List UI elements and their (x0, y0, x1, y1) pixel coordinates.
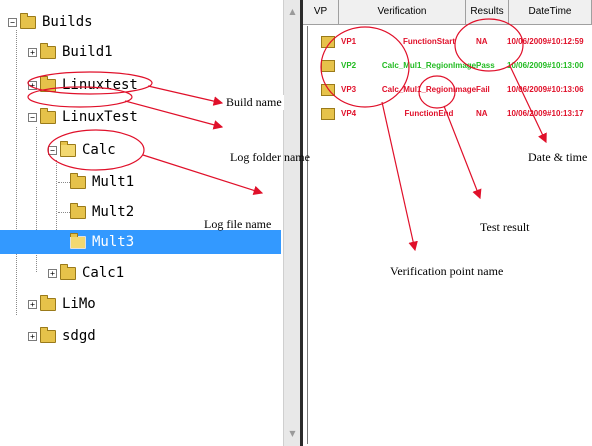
annotation-test-result: Test result (480, 220, 530, 234)
grid-header-row: VP Verification Results DateTime (303, 0, 592, 25)
tree-node-label: Mult3 (92, 234, 135, 250)
cell-result: Fail (476, 85, 490, 94)
cell-datetime: 10/06/2009#10:13:00 (507, 61, 584, 70)
cell-vp: VP4 (341, 109, 357, 118)
folder-icon (20, 12, 36, 29)
table-row[interactable]: VP1 FunctionStart NA 10/06/2009#10:12:59 (303, 32, 592, 52)
cell-result: Pass (476, 61, 495, 70)
folder-icon (321, 84, 335, 96)
tree-node-builds[interactable]: − Builds (8, 10, 93, 34)
column-header-results[interactable]: Results (466, 0, 509, 24)
folder-icon (70, 172, 86, 189)
collapse-icon[interactable]: − (8, 17, 17, 27)
folder-icon (40, 107, 56, 124)
collapse-icon[interactable]: − (48, 145, 57, 155)
expand-icon[interactable]: + (28, 47, 37, 57)
scroll-up-arrow-icon[interactable]: ▲ (284, 4, 301, 20)
scroll-down-arrow-icon[interactable]: ▼ (284, 426, 301, 442)
open-folder-icon (60, 140, 76, 157)
tree-node-label: LinuxTest (62, 109, 138, 125)
folder-icon (70, 232, 86, 249)
tree-vertical-scrollbar[interactable]: ▲ ▼ (283, 0, 301, 446)
tree-node-sdgd[interactable]: + sdgd (28, 324, 96, 348)
cell-verification: Calc_Mul1_RegionImage (381, 85, 477, 94)
annotation-log-folder-name: Log folder name (230, 150, 310, 164)
tree-node-mult3[interactable]: Mult3 (0, 230, 281, 254)
tree-node-limo[interactable]: + LiMo (28, 292, 96, 316)
cell-result: NA (476, 37, 488, 46)
tree-node-mult2[interactable]: Mult2 (70, 200, 134, 224)
expand-icon[interactable]: + (28, 331, 37, 341)
results-grid: VP Verification Results DateTime VP1 Fun… (303, 0, 592, 446)
tree-guide-line (16, 30, 17, 315)
tree-node-calc[interactable]: − Calc (48, 138, 116, 162)
cell-datetime: 10/06/2009#10:13:17 (507, 109, 584, 118)
tree-node-label: Build1 (62, 44, 113, 60)
column-header-verification[interactable]: Verification (339, 0, 466, 24)
annotation-verification-point-name: Verification point name (390, 264, 504, 278)
tree-guide-line (58, 182, 70, 183)
tree-node-label: Mult1 (92, 174, 135, 190)
cell-verification: FunctionEnd (404, 109, 454, 118)
tree-node-mult1[interactable]: Mult1 (70, 170, 134, 194)
folder-icon (321, 36, 335, 48)
tree-node-calc1[interactable]: + Calc1 (48, 261, 124, 285)
column-header-datetime[interactable]: DateTime (509, 0, 592, 24)
folder-icon (40, 75, 56, 92)
tree-node-label: Calc1 (82, 265, 125, 281)
folder-icon (70, 202, 86, 219)
cell-vp: VP1 (341, 37, 357, 46)
table-row[interactable]: VP3 Calc_Mul1_RegionImage Fail 10/06/200… (303, 80, 592, 100)
collapse-icon[interactable]: − (28, 112, 37, 122)
cell-datetime: 10/06/2009#10:12:59 (507, 37, 584, 46)
tree-node-label: Linuxtest (62, 77, 138, 93)
expand-icon[interactable]: + (28, 299, 37, 309)
tree-node-label: Builds (42, 14, 93, 30)
folder-icon (40, 42, 56, 59)
cell-verification: FunctionStart (403, 37, 455, 46)
annotation-log-file-name: Log file name (204, 217, 272, 231)
cell-datetime: 10/06/2009#10:13:06 (507, 85, 584, 94)
cell-verification: Calc_Mul1_RegionImage (381, 61, 477, 70)
folder-icon (321, 60, 335, 72)
expand-icon[interactable]: + (48, 268, 57, 278)
column-header-vp[interactable]: VP (303, 0, 339, 24)
cell-vp: VP2 (341, 61, 357, 70)
cell-vp: VP3 (341, 85, 357, 94)
tree-node-linuxtest-build[interactable]: − LinuxTest (28, 105, 138, 129)
tree-node-linuxtest[interactable]: + Linuxtest (28, 73, 138, 97)
tree-node-label: Calc (82, 142, 116, 158)
tree-node-label: sdgd (62, 328, 96, 344)
tree-guide-line (58, 212, 70, 213)
tree-node-build1[interactable]: + Build1 (28, 40, 113, 64)
expand-icon[interactable]: + (28, 80, 37, 90)
folder-icon (321, 108, 335, 120)
cell-result: NA (476, 109, 488, 118)
folder-icon (60, 263, 76, 280)
folder-icon (40, 294, 56, 311)
folder-icon (40, 326, 56, 343)
table-row[interactable]: VP2 Calc_Mul1_RegionImage Pass 10/06/200… (303, 56, 592, 76)
annotation-date-time: Date & time (528, 150, 588, 164)
tree-node-label: LiMo (62, 296, 96, 312)
annotation-build-name: Build name (224, 95, 284, 110)
table-row[interactable]: VP4 FunctionEnd NA 10/06/2009#10:13:17 (303, 104, 592, 124)
tree-node-label: Mult2 (92, 204, 135, 220)
